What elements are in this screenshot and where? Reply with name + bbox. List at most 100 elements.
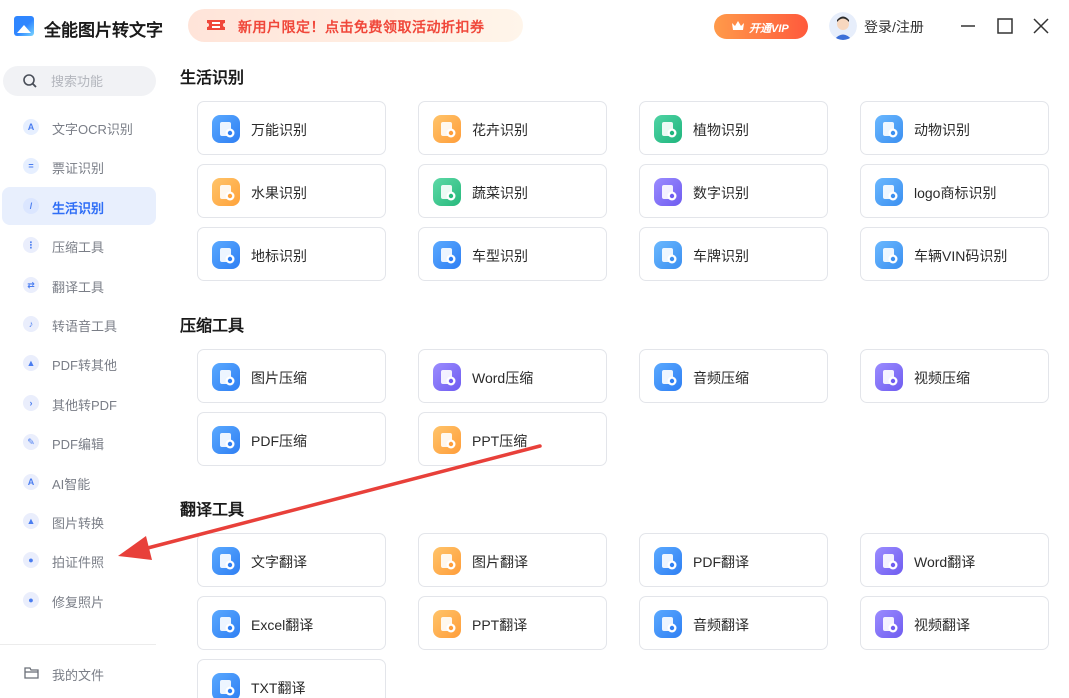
sidebar-item[interactable]: A AI智能 xyxy=(2,463,156,501)
login-register-link[interactable]: 登录/注册 xyxy=(864,17,924,37)
tool-card[interactable]: 动物识别 xyxy=(860,101,1049,155)
search-box[interactable] xyxy=(3,66,156,96)
ocr-icon: A xyxy=(23,119,39,135)
sidebar-item-label: 票证识别 xyxy=(52,161,105,177)
sidebar-item-label: 生活识别 xyxy=(52,200,105,216)
tool-card[interactable]: PDF压缩 xyxy=(197,412,386,466)
sidebar-item[interactable]: ✎ PDF编辑 xyxy=(2,423,156,461)
tool-card[interactable]: 地标识别 xyxy=(197,227,386,281)
ppt-compress-icon xyxy=(433,426,461,454)
tool-card[interactable]: 车型识别 xyxy=(418,227,607,281)
tool-card[interactable]: 音频翻译 xyxy=(639,596,828,650)
tool-card[interactable]: Excel翻译 xyxy=(197,596,386,650)
plant-recognize-icon xyxy=(654,115,682,143)
promo-banner[interactable]: 新用户限定！点击免费领取活动折扣券 xyxy=(188,9,523,42)
ticket-icon: = xyxy=(23,158,39,175)
sidebar-item[interactable]: ▲ PDF转其他 xyxy=(2,344,156,382)
id-photo-icon: ● xyxy=(23,552,39,569)
video-translate-icon xyxy=(875,610,903,638)
section-title: 翻译工具 xyxy=(180,502,245,519)
sidebar-item[interactable]: ⋮ 压缩工具 xyxy=(2,226,156,264)
life-icon: / xyxy=(23,197,39,214)
sidebar-item-label: 转语音工具 xyxy=(52,319,118,334)
audio-translate-icon xyxy=(654,610,682,638)
tool-card[interactable]: 视频翻译 xyxy=(860,596,1049,650)
tool-card[interactable]: 视频压缩 xyxy=(860,349,1049,403)
sidebar-item[interactable]: › 其他转PDF xyxy=(2,384,156,422)
tool-card[interactable]: 万能识别 xyxy=(197,101,386,155)
sidebar-item[interactable]: ▲ 图片转换 xyxy=(2,502,156,540)
fruit-recognize-icon xyxy=(212,178,240,206)
tool-card[interactable]: 蔬菜识别 xyxy=(418,164,607,218)
tool-card[interactable]: TXT翻译 xyxy=(197,659,386,698)
sidebar-item[interactable]: ⇄ 翻译工具 xyxy=(2,266,156,304)
tool-card[interactable]: 水果识别 xyxy=(197,164,386,218)
promo-text: 新用户限定！点击免费领取活动折扣券 xyxy=(238,19,485,35)
close-icon[interactable] xyxy=(1029,14,1053,38)
word-compress-icon xyxy=(433,363,461,391)
tool-card-label: TXT翻译 xyxy=(251,680,306,696)
tool-card-label: 水果识别 xyxy=(251,185,307,201)
sidebar-item-label: 拍证件照 xyxy=(52,555,105,571)
pdf-edit-icon: ✎ xyxy=(23,434,39,451)
tool-card[interactable]: 文字翻译 xyxy=(197,533,386,587)
sidebar-item[interactable]: = 票证识别 xyxy=(2,147,156,185)
tool-card[interactable]: 花卉识别 xyxy=(418,101,607,155)
tool-card-label: 数字识别 xyxy=(693,185,749,201)
avatar[interactable] xyxy=(829,12,857,40)
pdf-translate-icon xyxy=(654,547,682,575)
sidebar-item-label: PDF转其他 xyxy=(52,358,118,374)
vin-recognize-icon xyxy=(875,241,903,269)
sidebar-item[interactable]: A 文字OCR识别 xyxy=(2,108,156,146)
tool-card-label: 视频压缩 xyxy=(914,370,970,386)
sidebar-item[interactable]: / 生活识别 xyxy=(2,186,156,225)
open-vip-button[interactable]: 开通VIP xyxy=(714,14,808,39)
tool-card[interactable]: Word压缩 xyxy=(418,349,607,403)
tool-card-label: 动物识别 xyxy=(914,122,970,138)
ppt-translate-icon xyxy=(433,610,461,638)
image-translate-icon xyxy=(433,547,461,575)
tool-card[interactable]: Word翻译 xyxy=(860,533,1049,587)
sidebar-item[interactable]: ● 拍证件照 xyxy=(2,541,156,579)
tool-card-label: logo商标识别 xyxy=(914,185,997,201)
tool-card[interactable]: 数字识别 xyxy=(639,164,828,218)
tool-card[interactable]: 音频压缩 xyxy=(639,349,828,403)
tool-card[interactable]: 图片翻译 xyxy=(418,533,607,587)
tool-card[interactable]: 植物识别 xyxy=(639,101,828,155)
sidebar-item-label: 翻译工具 xyxy=(52,279,105,295)
tool-card[interactable]: PPT翻译 xyxy=(418,596,607,650)
sidebar-item-label: 其他转PDF xyxy=(52,397,118,413)
tool-card[interactable]: 车牌识别 xyxy=(639,227,828,281)
my-files-item[interactable]: 我的文件 xyxy=(2,656,156,690)
license-plate-recognize-icon xyxy=(654,241,682,269)
tool-card-label: 车型识别 xyxy=(472,248,528,264)
tool-card-label: 文字翻译 xyxy=(251,554,307,570)
sidebar-item[interactable]: ● 修复照片 xyxy=(2,581,156,619)
sidebar-item[interactable]: ♪ 转语音工具 xyxy=(2,305,156,343)
tool-card-label: 车牌识别 xyxy=(693,248,749,264)
tool-card[interactable]: 车辆VIN码识别 xyxy=(860,227,1049,281)
tool-card-label: 蔬菜识别 xyxy=(472,185,528,201)
minimize-icon[interactable] xyxy=(956,14,980,38)
coupon-icon xyxy=(207,20,225,30)
excel-translate-icon xyxy=(212,610,240,638)
tool-card-label: Excel翻译 xyxy=(251,617,314,633)
to-pdf-icon: › xyxy=(23,394,39,411)
tool-card-label: 万能识别 xyxy=(251,122,307,138)
search-input[interactable] xyxy=(51,73,147,90)
user-avatar-icon xyxy=(829,12,857,40)
tool-card[interactable]: logo商标识别 xyxy=(860,164,1049,218)
tool-card[interactable]: PPT压缩 xyxy=(418,412,607,466)
tool-card-label: 音频压缩 xyxy=(693,370,749,386)
app-title: 全能图片转文字 xyxy=(44,21,163,40)
tool-card-label: Word翻译 xyxy=(914,554,976,570)
tool-card-label: 视频翻译 xyxy=(914,617,970,633)
tool-card[interactable]: 图片压缩 xyxy=(197,349,386,403)
word-translate-icon xyxy=(875,547,903,575)
tool-card[interactable]: PDF翻译 xyxy=(639,533,828,587)
section-title: 生活识别 xyxy=(180,70,245,87)
translate-icon: ⇄ xyxy=(23,276,39,293)
tool-card-label: 图片压缩 xyxy=(251,370,307,386)
maximize-icon[interactable] xyxy=(993,14,1017,38)
tool-card-label: 植物识别 xyxy=(693,122,749,138)
